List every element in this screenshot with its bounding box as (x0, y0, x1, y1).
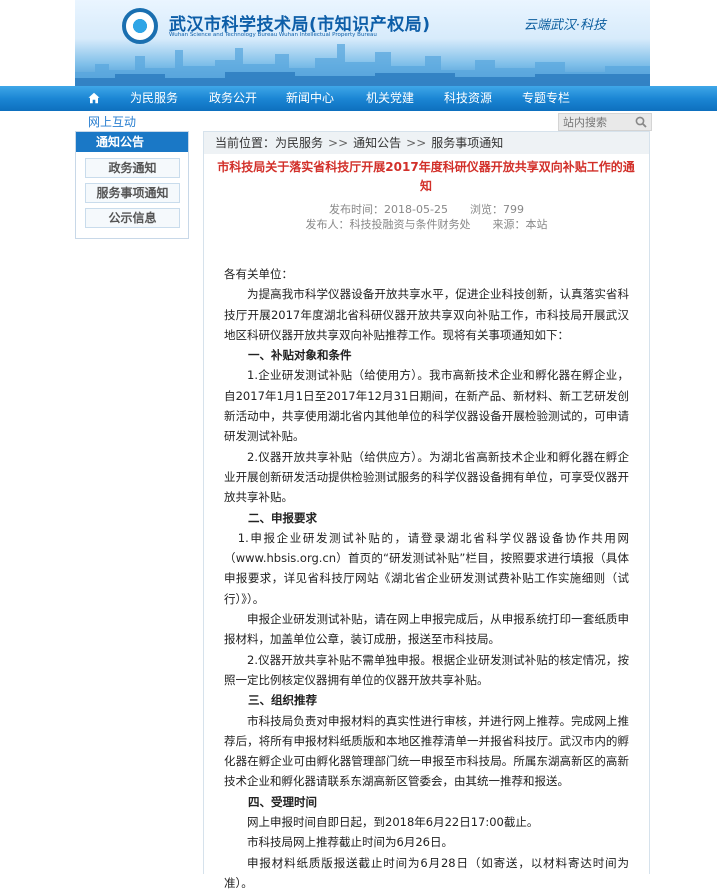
breadcrumb-item-service-notices[interactable]: 服务事项通知 (431, 136, 503, 150)
search-input[interactable] (563, 114, 631, 130)
article-meta-author-source: 发布人：科技投融资与条件财务处 来源：本站 (305, 218, 548, 231)
nav-item-government-affairs[interactable]: 政务公开 (209, 86, 257, 111)
nav-item-resources[interactable]: 科技资源 (444, 86, 492, 111)
sidebar-item-government-notices[interactable]: 政务通知 (85, 158, 180, 178)
article-paragraph: 申报企业研发测试补贴，请在网上申报完成后，从申报系统打印一套纸质申报材料，加盖单… (224, 612, 629, 647)
search-icon[interactable] (635, 116, 647, 128)
article-paragraph: 申报材料纸质版报送截止时间为6月28日（如寄送，以材料寄达时间为准）。 (224, 855, 629, 890)
breadcrumb-separator: >> (406, 136, 427, 150)
site-slogan: 云端武汉·科技 (523, 18, 606, 33)
article-section-heading: 一、补贴对象和条件 (248, 348, 352, 363)
article-paragraph: 2.仪器开放共享补贴不需单独申报。根据企业研发测试补贴的核定情况，按照一定比例核… (224, 652, 629, 687)
article-paragraph: 市科技局网上推荐截止时间为6月26日。 (247, 835, 453, 850)
article-paragraph: 为提高我市科学仪器设备开放共享水平，促进企业科技创新，认真落实省科技厅开展201… (224, 287, 629, 342)
breadcrumb-item-notices[interactable]: 通知公告 (353, 136, 401, 150)
skyline-graphic (75, 44, 650, 86)
nav-item-party[interactable]: 机关党建 (366, 86, 414, 111)
sidebar-item-service-notices[interactable]: 服务事项通知 (85, 183, 180, 203)
home-icon[interactable] (88, 92, 100, 104)
article-panel: 当前位置：为民服务 >> 通知公告 >> 服务事项通知 市科技局关于落实省科技厅开展20… (203, 131, 650, 890)
bureau-logo-icon (122, 8, 158, 44)
nav-item-online-interaction[interactable]: 网上互动 (88, 113, 136, 130)
nav-item-topics[interactable]: 专题专栏 (522, 86, 570, 111)
nav-item-services[interactable]: 为民服务 (130, 86, 178, 111)
article-body: 各有关单位： 为提高我市科学仪器设备开放共享水平，促进企业科技创新，认真落实省科… (224, 264, 629, 893)
article-meta-date-views: 发布时间：2018-05-25 浏览：799 (329, 203, 524, 216)
main-nav: 为民服务 政务公开 新闻中心 机关党建 科技资源 专题专栏 (0, 86, 717, 111)
header-banner: 武汉市科学技术局(市知识产权局) Wuhan Science and Techn… (75, 0, 650, 86)
article-paragraph: 网上申报时间自即日起，到2018年6月22日17:00截止。 (247, 815, 539, 830)
article-paragraph: 2.仪器开放共享补贴（给供应方）。为湖北省高新技术企业和孵化器在孵企业开展创新研… (224, 449, 629, 505)
sidebar-heading: 通知公告 (76, 132, 188, 152)
article-section-heading: 二、申报要求 (248, 510, 317, 525)
sidebar: 通知公告 政务通知 服务事项通知 公示信息 (75, 131, 189, 239)
search-box (558, 113, 652, 131)
article-paragraph: 1.申报企业研发测试补贴的，请登录湖北省科学仪器设备协作共用网（www.hbsi… (224, 530, 629, 606)
article-title: 市科技局关于落实省科技厅开展2017年度科研仪器开放共享双向补贴工作的通知 (217, 160, 635, 193)
article-section-heading: 四、受理时间 (248, 794, 317, 809)
breadcrumb-separator: >> (328, 136, 349, 150)
breadcrumb-label: 当前位置： (215, 136, 276, 150)
sidebar-item-public-info[interactable]: 公示信息 (85, 208, 180, 228)
article-paragraph: 市科技局负责对申报材料的真实性进行审核，并进行网上推荐。完成网上推荐后，将所有申… (224, 713, 629, 789)
nav-item-news[interactable]: 新闻中心 (286, 86, 334, 111)
article-paragraph: 1.企业研发测试补贴（给使用方）。我市高新技术企业和孵化器在孵企业，自2017年… (224, 368, 629, 444)
breadcrumb-item-services[interactable]: 为民服务 (275, 136, 323, 150)
article-paragraph: 各有关单位： (224, 267, 293, 281)
site-subtitle: Wuhan Science and Technology Bureau Wuha… (169, 32, 377, 38)
article-section-heading: 三、组织推荐 (248, 693, 317, 708)
breadcrumb: 当前位置：为民服务 >> 通知公告 >> 服务事项通知 (204, 132, 649, 154)
